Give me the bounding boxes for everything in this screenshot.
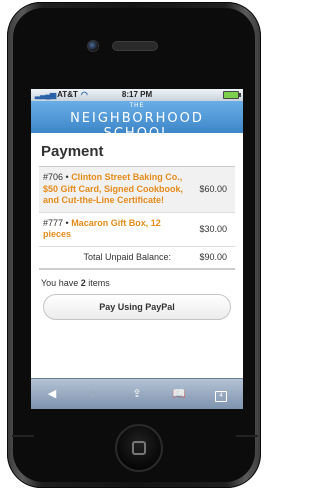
tabs-icon[interactable]: 4 — [212, 387, 230, 402]
share-icon[interactable]: ⇪ — [128, 387, 146, 401]
status-bar: ▂▃▄▅ AT&T ◠ 8:17 PM — [31, 89, 243, 101]
total-label: Total Unpaid Balance: — [83, 251, 171, 262]
school-banner[interactable]: THE NEIGHBORHOOD SCHOOL — [31, 101, 243, 141]
cart-item: #706 • Clinton Street Baking Co., $50 Gi… — [39, 167, 235, 213]
total-value: $90.00 — [199, 251, 227, 262]
item-description: #777 • Macaron Gift Box, 12 pieces — [43, 218, 187, 241]
home-button[interactable] — [115, 424, 163, 472]
earpiece-speaker — [112, 41, 158, 51]
item-price: $60.00 — [199, 184, 227, 195]
baseline-left — [12, 435, 34, 437]
payment-content: Payment #706 • Clinton Street Baking Co.… — [31, 133, 243, 320]
cart-item: #777 • Macaron Gift Box, 12 pieces $30.0… — [39, 213, 235, 247]
item-number: #777 — [43, 217, 64, 228]
total-row: Total Unpaid Balance: $90.00 — [39, 247, 235, 269]
page-title: Payment — [41, 143, 104, 160]
home-square-icon — [132, 441, 146, 455]
pay-with-paypal-button[interactable]: Pay Using PayPal — [43, 293, 231, 320]
banner-school-name: NEIGHBORHOOD SCHOOL — [70, 111, 204, 141]
status-time: 8:17 PM — [121, 90, 153, 99]
baseline-right — [236, 435, 258, 437]
back-icon[interactable]: ◀ — [43, 387, 61, 401]
item-description: #706 • Clinton Street Baking Co., $50 Gi… — [43, 172, 187, 207]
items-count-suffix: items — [85, 277, 110, 288]
battery-icon — [223, 91, 241, 99]
item-number: #706 — [43, 172, 64, 182]
bookmarks-icon[interactable]: 📖 — [170, 387, 188, 401]
browser-toolbar: ◀ ▶ ⇪ 📖 4 — [31, 378, 243, 409]
item-separator: • — [63, 217, 72, 228]
item-separator: • — [63, 172, 72, 182]
items-count-prefix: You have — [41, 277, 81, 288]
cart-list: #706 • Clinton Street Baking Co., $50 Gi… — [39, 166, 235, 270]
item-price: $30.00 — [199, 224, 227, 234]
forward-icon[interactable]: ▶ — [86, 387, 104, 401]
phone-screen: ▂▃▄▅ AT&T ◠ 8:17 PM THE NEIGHBORHOOD SCHOO… — [31, 89, 243, 409]
items-count: You have 2 items — [41, 278, 235, 288]
banner-the: THE — [129, 103, 145, 109]
tabs-count: 4 — [215, 391, 227, 402]
camera-icon — [87, 40, 99, 52]
